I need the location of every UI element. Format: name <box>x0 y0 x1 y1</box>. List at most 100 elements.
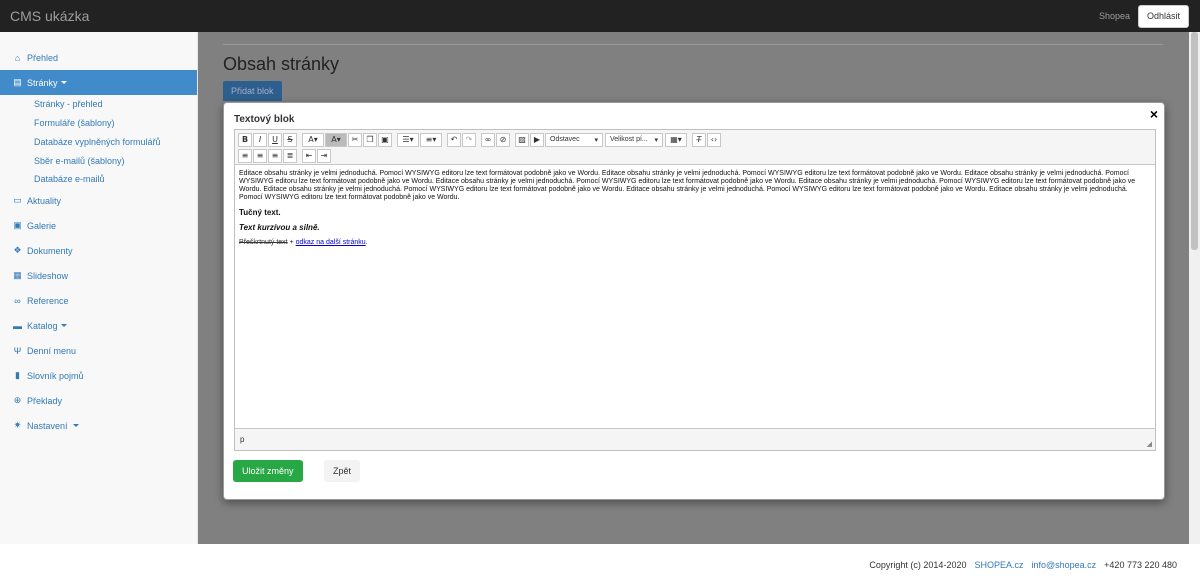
footer-phone: +420 773 220 480 <box>1104 560 1177 570</box>
italic-icon[interactable]: I <box>253 132 267 147</box>
sidebar-subitem-formulare[interactable]: Formuláře (šablony) <box>34 118 115 128</box>
paste-icon[interactable]: ▣ <box>378 132 392 147</box>
caret-down-icon <box>60 324 67 327</box>
align-justify-icon[interactable]: ≣ <box>283 148 297 163</box>
content-bold-italic-text: Text kurzívou a silně. <box>239 223 320 232</box>
sidebar-item-label: Reference <box>27 295 69 306</box>
images-icon: ▣ <box>13 220 22 230</box>
editor-content[interactable]: Editace obsahu stránky je velmi jednoduc… <box>239 170 1151 254</box>
add-block-button[interactable]: Přidat blok <box>223 81 282 101</box>
clear-format-icon[interactable]: T̶ <box>692 132 706 147</box>
sidebar-subitem-sber-emailu[interactable]: Sběr e-mailů (šablony) <box>34 156 125 166</box>
back-button[interactable]: Zpět <box>324 460 361 482</box>
sidebar-item-label: Slovník pojmů <box>27 370 84 381</box>
briefcase-icon: ▬ <box>13 320 22 331</box>
sidebar-item-stranky[interactable]: ▤ Stránky <box>0 70 197 95</box>
content-period: . <box>365 239 368 246</box>
sidebar-item-katalog[interactable]: ▬ Katalog <box>0 313 197 338</box>
sidebar-item-reference[interactable]: ∞ Reference <box>0 288 197 313</box>
footer-email-link[interactable]: info@shopea.cz <box>1031 560 1096 570</box>
sidebar-item-label: Katalog <box>27 320 58 331</box>
sidebar-item-label: Denní menu <box>27 345 77 356</box>
slideshow-icon: ▦ <box>13 270 22 280</box>
sidebar-item-nastaveni[interactable]: ✷ Nastavení <box>0 413 197 438</box>
caret-down-icon <box>60 81 67 84</box>
copy-icon[interactable]: ❐ <box>363 132 377 147</box>
page-title: Obsah stránky <box>223 54 340 74</box>
align-center-icon[interactable]: ≡ <box>253 148 267 163</box>
element-path[interactable]: p <box>240 435 244 444</box>
strikethrough-icon[interactable]: S <box>283 132 297 147</box>
sidebar-item-label: Slideshow <box>27 270 69 281</box>
sidebar-item-denni-menu[interactable]: Ψ Denní menu <box>0 338 197 363</box>
media-icon[interactable]: ▶ <box>530 132 544 147</box>
editor-statusbar: p ◢ <box>235 428 1155 450</box>
content-bold-text: Tučný text. <box>239 208 281 217</box>
laptop-icon: ▭ <box>13 195 22 205</box>
navbar-right: Shopea Odhlásit <box>1098 4 1189 28</box>
divider <box>223 44 1163 45</box>
content-strike-text: Přeškrtnutý text <box>239 239 288 246</box>
user-name: Shopea <box>1098 11 1130 21</box>
indent-icon[interactable]: ⇥ <box>317 148 331 163</box>
toolbar-row-2: ≡ ≡ ≡ ≣ ⇤ ⇥ <box>238 148 332 163</box>
redo-icon[interactable]: ↷ <box>462 132 476 147</box>
modal-title: Textový blok <box>234 114 295 125</box>
source-code-icon[interactable]: ‹› <box>707 132 721 147</box>
table-icon[interactable]: ▦▾ <box>665 132 687 147</box>
top-navbar: CMS ukázka Shopea Odhlásit <box>0 0 1200 32</box>
sidebar-item-label: Aktuality <box>27 195 62 206</box>
logout-button[interactable]: Odhlásit <box>1137 4 1189 28</box>
content-plus: + <box>287 239 296 246</box>
toolbar-row-1: B I U S A▾ A▾ ✂ ❐ ▣ ☰▾ ≡▾ ↶ ↷ ∞ ⊘ ▨ ▶ Od… <box>238 132 722 147</box>
unlink-icon[interactable]: ⊘ <box>496 132 510 147</box>
sidebar-item-slovnik[interactable]: ▮ Slovník pojmů <box>0 363 197 388</box>
numbered-list-icon[interactable]: ≡▾ <box>420 132 442 147</box>
chevron-down-icon: ▾ <box>654 136 658 144</box>
editor-toolbar: B I U S A▾ A▾ ✂ ❐ ▣ ☰▾ ≡▾ ↶ ↷ ∞ ⊘ ▨ ▶ Od… <box>235 130 1155 165</box>
sidebar-item-label: Dokumenty <box>27 245 73 256</box>
handshake-icon: ∞ <box>14 295 21 306</box>
underline-icon[interactable]: U <box>268 132 282 147</box>
format-select[interactable]: Odstavec ▾ <box>545 132 603 147</box>
text-color-icon[interactable]: A▾ <box>302 132 324 147</box>
cutlery-icon: Ψ <box>13 345 22 356</box>
sidebar: ⌂ Přehled ▤ Stránky Stránky - přehled Fo… <box>0 32 198 544</box>
sidebar-subitem-databaze-emailu[interactable]: Databáze e-mailů <box>34 174 105 184</box>
sidebar-subitem-stranky-prehled[interactable]: Stránky - přehled <box>34 99 103 109</box>
sidebar-item-preklady[interactable]: ⊕ Překlady <box>0 388 197 413</box>
outdent-icon[interactable]: ⇤ <box>302 148 316 163</box>
sidebar-item-label: Překlady <box>27 395 63 406</box>
cut-icon[interactable]: ✂ <box>348 132 362 147</box>
scrollbar[interactable] <box>1189 32 1200 544</box>
sidebar-item-label: Nastavení <box>27 420 68 431</box>
sidebar-item-aktuality[interactable]: ▭ Aktuality <box>0 188 197 213</box>
text-block-modal: Textový blok × B I U S A▾ A▾ ✂ ❐ ▣ ☰▾ ≡▾… <box>223 102 1165 500</box>
link-icon[interactable]: ∞ <box>481 132 495 147</box>
scrollbar-thumb[interactable] <box>1191 32 1198 250</box>
footer-site-link[interactable]: SHOPEA.cz <box>974 560 1023 570</box>
close-icon[interactable]: × <box>1150 107 1158 121</box>
undo-icon[interactable]: ↶ <box>447 132 461 147</box>
content-link[interactable]: odkaz na další stránku <box>296 239 366 246</box>
sidebar-item-dokumenty[interactable]: ❖ Dokumenty <box>0 238 197 263</box>
bullet-list-icon[interactable]: ☰▾ <box>397 132 419 147</box>
format-select-value: Odstavec <box>550 136 580 143</box>
sidebar-item-galerie[interactable]: ▣ Galerie <box>0 213 197 238</box>
background-color-icon[interactable]: A▾ <box>325 132 347 147</box>
image-icon[interactable]: ▨ <box>515 132 529 147</box>
sidebar-subitem-databaze-formularu[interactable]: Databáze vyplněných formulářů <box>34 137 161 147</box>
align-left-icon[interactable]: ≡ <box>238 148 252 163</box>
sidebar-item-prehled[interactable]: ⌂ Přehled <box>0 45 197 70</box>
brand-title[interactable]: CMS ukázka <box>10 8 89 24</box>
sidebar-item-label: Galerie <box>27 220 57 231</box>
save-button[interactable]: Uložit změny <box>233 460 303 482</box>
globe-icon: ⊕ <box>13 395 22 405</box>
sidebar-item-slideshow[interactable]: ▦ Slideshow <box>0 263 197 288</box>
cubes-icon: ❖ <box>13 245 22 255</box>
align-right-icon[interactable]: ≡ <box>268 148 282 163</box>
gear-icon: ✷ <box>13 420 22 430</box>
font-size-select[interactable]: Velikost pí... ▾ <box>605 132 663 147</box>
resize-handle-icon[interactable]: ◢ <box>1147 440 1152 448</box>
bold-icon[interactable]: B <box>238 132 252 147</box>
